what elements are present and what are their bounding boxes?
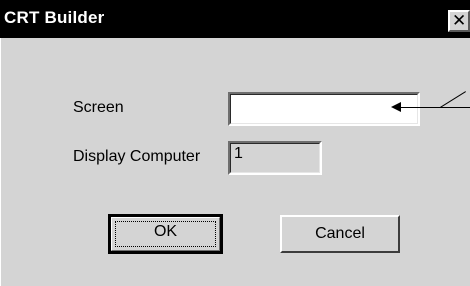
window-title: CRT Builder bbox=[4, 8, 105, 27]
ok-button[interactable]: OK bbox=[108, 214, 223, 254]
cancel-button[interactable]: Cancel bbox=[280, 215, 400, 253]
callout-line bbox=[395, 107, 470, 108]
close-button[interactable]: ✕ bbox=[448, 10, 470, 32]
cancel-button-label: Cancel bbox=[315, 225, 365, 242]
screen-label: Screen bbox=[73, 99, 124, 116]
display-computer-field-inner: 1 bbox=[230, 143, 320, 173]
crt-builder-dialog: CRT Builder ✕ Screen Display Computer 1 … bbox=[0, 0, 470, 286]
screen-input-inner bbox=[230, 94, 418, 124]
display-computer-value: 1 bbox=[234, 145, 243, 162]
title-bar[interactable]: CRT Builder ✕ bbox=[0, 0, 470, 38]
ok-button-label: OK bbox=[153, 223, 178, 240]
display-computer-field[interactable]: 1 bbox=[228, 141, 322, 175]
display-computer-label: Display Computer bbox=[73, 148, 201, 165]
close-icon: ✕ bbox=[452, 11, 467, 31]
